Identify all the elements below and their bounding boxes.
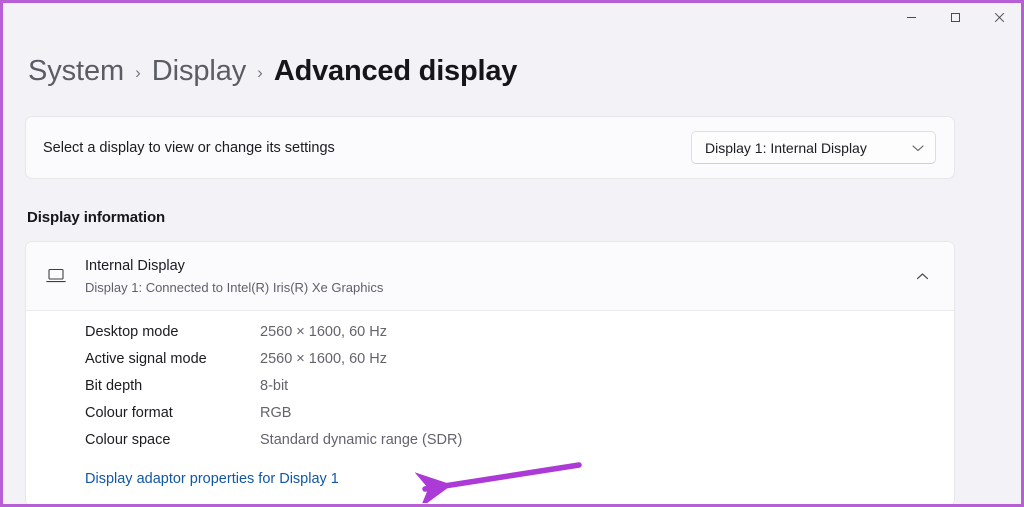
info-value-active-signal-mode: 2560 × 1600, 60 Hz	[260, 351, 387, 367]
laptop-display-icon	[43, 268, 69, 284]
info-label-bit-depth: Bit depth	[85, 378, 260, 394]
info-value-bit-depth: 8-bit	[260, 378, 288, 394]
info-row: Active signal mode 2560 × 1600, 60 Hz	[26, 351, 954, 378]
breadcrumb-item-display[interactable]: Display	[152, 55, 246, 88]
info-label-colour-format: Colour format	[85, 405, 260, 421]
breadcrumb: System › Display › Advanced display	[28, 55, 517, 88]
info-label-active-signal-mode: Active signal mode	[85, 351, 260, 367]
info-value-desktop-mode: 2560 × 1600, 60 Hz	[260, 324, 387, 340]
close-button[interactable]	[977, 3, 1021, 32]
info-label-colour-space: Colour space	[85, 432, 260, 448]
section-heading-display-information: Display information	[27, 209, 165, 226]
info-value-colour-format: RGB	[260, 405, 291, 421]
info-row: Colour format RGB	[26, 405, 954, 432]
info-row: Bit depth 8-bit	[26, 378, 954, 405]
info-label-desktop-mode: Desktop mode	[85, 324, 260, 340]
adaptor-link-row: Display adaptor properties for Display 1	[26, 470, 954, 488]
minimize-button[interactable]	[889, 3, 933, 32]
chevron-down-icon	[912, 144, 924, 152]
breadcrumb-separator-1: ›	[135, 63, 141, 83]
maximize-button[interactable]	[933, 3, 977, 32]
display-select-dropdown[interactable]: Display 1: Internal Display	[691, 131, 936, 164]
info-value-colour-space: Standard dynamic range (SDR)	[260, 432, 462, 448]
page-title: Advanced display	[274, 55, 517, 88]
display-expander-header[interactable]: Internal Display Display 1: Connected to…	[26, 242, 954, 311]
display-information-card: Internal Display Display 1: Connected to…	[25, 241, 955, 507]
display-select-value: Display 1: Internal Display	[705, 140, 867, 156]
display-select-card: Select a display to view or change its s…	[25, 116, 955, 179]
breadcrumb-separator-2: ›	[257, 63, 263, 83]
display-expander-title: Internal Display	[85, 256, 910, 276]
display-select-label: Select a display to view or change its s…	[43, 140, 335, 156]
chevron-up-icon[interactable]	[910, 264, 934, 288]
title-bar	[3, 3, 1021, 33]
breadcrumb-item-system[interactable]: System	[28, 55, 124, 88]
display-expander-subtitle: Display 1: Connected to Intel(R) Iris(R)…	[85, 278, 910, 297]
display-adaptor-properties-link[interactable]: Display adaptor properties for Display 1	[85, 471, 339, 487]
display-information-content: Desktop mode 2560 × 1600, 60 Hz Active s…	[26, 311, 954, 507]
info-row: Colour space Standard dynamic range (SDR…	[26, 432, 954, 459]
info-row: Desktop mode 2560 × 1600, 60 Hz	[26, 324, 954, 351]
settings-window: System › Display › Advanced display Sele…	[0, 0, 1024, 507]
